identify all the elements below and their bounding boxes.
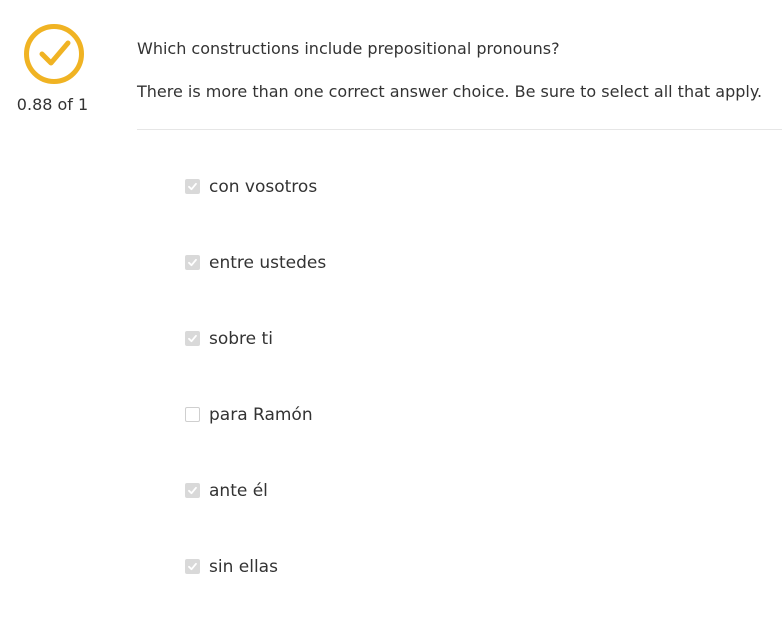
choice-label: para Ramón bbox=[209, 405, 313, 425]
choice-checkbox[interactable] bbox=[185, 559, 200, 574]
question-instruction: There is more than one correct answer ch… bbox=[137, 82, 763, 101]
choice-label: entre ustedes bbox=[209, 253, 327, 273]
choice-checkbox[interactable] bbox=[185, 255, 200, 270]
choice-checkbox[interactable] bbox=[185, 179, 200, 194]
checkmark-icon bbox=[188, 182, 197, 191]
checkmark-icon bbox=[188, 486, 197, 495]
choice-label: ante él bbox=[209, 481, 268, 501]
question-prompt: Which constructions include prepositiona… bbox=[137, 39, 560, 58]
checkmark-icon bbox=[188, 258, 197, 267]
choice-label: sin ellas bbox=[209, 557, 278, 577]
question-block: Which constructions include prepositiona… bbox=[137, 38, 782, 103]
divider bbox=[137, 129, 782, 130]
choice-checkbox[interactable] bbox=[185, 483, 200, 498]
checkmark-icon bbox=[188, 562, 197, 571]
choice-checkbox[interactable] bbox=[185, 331, 200, 346]
check-circle-icon bbox=[24, 24, 84, 84]
checkmark-icon bbox=[188, 334, 197, 343]
choice-label: con vosotros bbox=[209, 177, 318, 197]
score-value: 0.88 of 1 bbox=[16, 95, 89, 114]
choice-label: sobre ti bbox=[209, 329, 273, 349]
choice-checkbox[interactable] bbox=[185, 407, 200, 422]
